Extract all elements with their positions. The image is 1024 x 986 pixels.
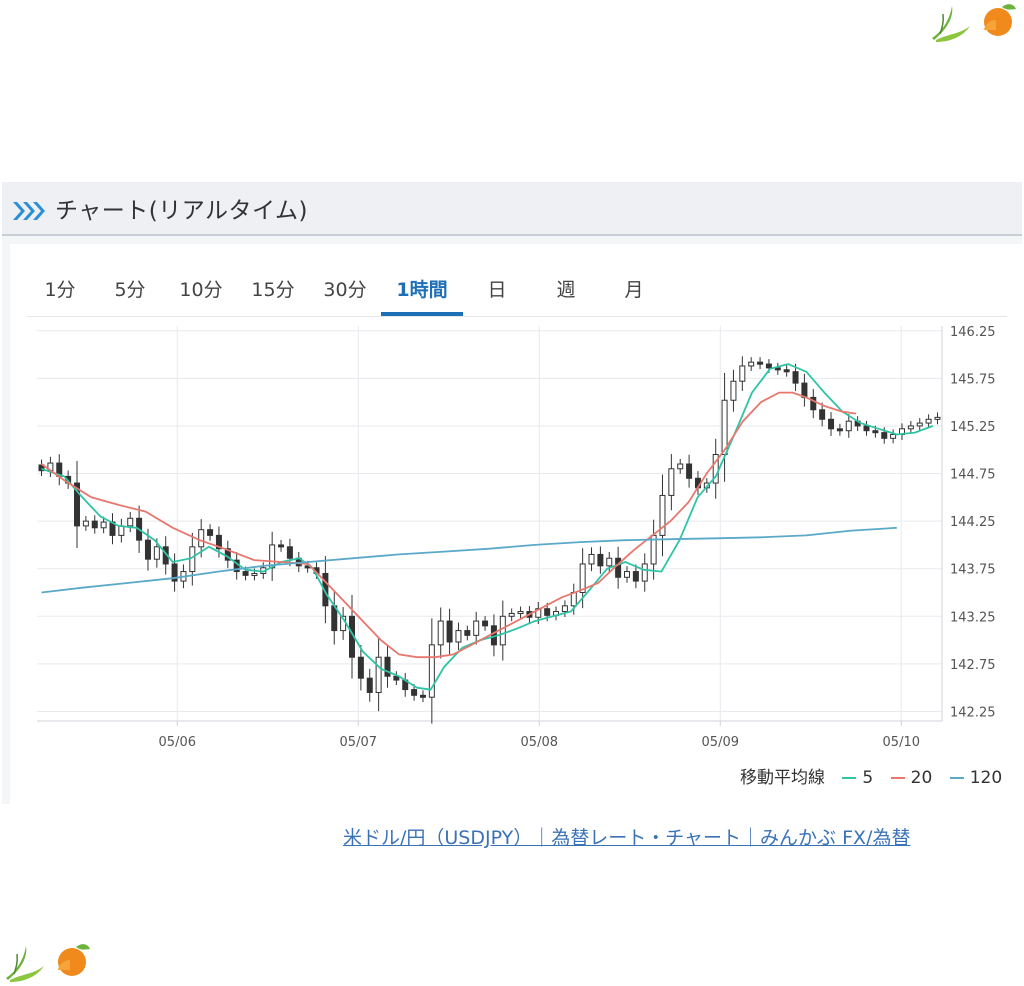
- candle-up: [153, 546, 160, 560]
- candle-up: [473, 620, 480, 636]
- candle-down: [242, 571, 249, 576]
- leaf-orange-icon: [6, 944, 90, 982]
- candle-up: [251, 572, 258, 576]
- candle-down: [615, 557, 622, 578]
- candle-up: [730, 380, 737, 401]
- legend-swatch-20: [890, 777, 905, 779]
- legend-item-20: 20: [910, 768, 933, 788]
- candle-down: [783, 369, 790, 373]
- usdjpy-chart: 142.25 142.75 143.25 143.75 144.25 144.75 145.…: [37, 325, 996, 750]
- y-tick-label: 145.25: [950, 420, 996, 435]
- ma-line-5: [41, 363, 934, 691]
- candle-down: [482, 620, 489, 627]
- candle-up: [118, 525, 125, 536]
- candle-down: [207, 529, 214, 536]
- candle-up: [623, 571, 630, 578]
- candle-down: [819, 409, 826, 420]
- x-tick-label: 05/08: [521, 735, 558, 750]
- candle-down: [544, 608, 551, 616]
- candle-up: [668, 468, 675, 496]
- candle-down: [828, 418, 835, 430]
- candle-down: [774, 367, 781, 371]
- candle-up: [127, 517, 134, 527]
- ma-line-20: [40, 391, 857, 659]
- candle-down: [765, 363, 772, 369]
- candle-up: [739, 365, 746, 382]
- candle-down: [144, 539, 151, 560]
- legend-item-120: 120: [969, 768, 1003, 788]
- candle-up: [748, 361, 755, 367]
- candle-down: [792, 371, 799, 384]
- candle-up: [588, 553, 595, 565]
- legend-title: 移動平均線: [740, 768, 825, 788]
- candle-up: [934, 416, 941, 420]
- candle-up: [508, 612, 515, 617]
- y-tick-label: 142.25: [950, 705, 996, 720]
- candle-down: [411, 689, 418, 696]
- candle-up: [198, 529, 205, 548]
- candle-down: [757, 361, 764, 365]
- candle-up: [499, 615, 506, 646]
- candle-up: [437, 620, 444, 646]
- candle-down: [597, 553, 604, 567]
- y-tick-label: 144.25: [950, 515, 996, 530]
- x-tick-label: 05/06: [159, 735, 196, 750]
- candle-up: [845, 420, 852, 432]
- candle-up: [517, 611, 524, 615]
- legend-swatch-5: [842, 777, 857, 779]
- candle-down: [366, 677, 373, 693]
- candle-down: [632, 571, 639, 582]
- y-tick-label: 143.25: [950, 610, 996, 625]
- legend-item-5: 5: [862, 768, 874, 788]
- candle-down: [836, 428, 843, 432]
- candle-up: [641, 563, 648, 582]
- candle-up: [890, 434, 897, 439]
- candle-down: [881, 432, 888, 439]
- candle-down: [863, 425, 870, 432]
- candle-up: [907, 425, 914, 430]
- y-tick-label: 146.25: [950, 325, 996, 340]
- y-tick-label: 143.75: [950, 563, 996, 578]
- x-tick-label: 05/09: [702, 735, 739, 750]
- candle-down: [419, 694, 426, 698]
- x-tick-label: 05/10: [883, 735, 920, 750]
- candle-up: [82, 520, 89, 527]
- x-tick-label: 05/07: [340, 735, 377, 750]
- candle-up: [189, 546, 196, 573]
- candle-up: [916, 422, 923, 427]
- chart-legend: 移動平均線 5 20 120: [740, 766, 1002, 790]
- candle-down: [446, 620, 453, 643]
- candle-down: [91, 520, 98, 529]
- candle-down: [464, 630, 471, 636]
- candle-up: [100, 521, 107, 529]
- candle-down: [286, 546, 293, 559]
- legend-swatch-120: [949, 777, 964, 779]
- y-tick-label: 142.75: [950, 658, 996, 673]
- candle-down: [872, 430, 879, 434]
- candle-up: [375, 656, 382, 693]
- y-tick-label: 145.75: [950, 372, 996, 387]
- candle-down: [384, 656, 391, 677]
- candle-up: [561, 605, 568, 613]
- candle-down: [278, 544, 285, 548]
- candle-down: [686, 463, 693, 479]
- ma-line-120: [41, 526, 897, 594]
- y-tick-label: 144.75: [950, 468, 996, 483]
- candle-up: [455, 630, 462, 643]
- source-link[interactable]: 米ドル/円（USDJPY）｜為替レート・チャート｜みんかぶ FX/為替: [343, 823, 910, 850]
- candle-down: [357, 656, 364, 679]
- candle-up: [606, 557, 613, 567]
- candle-up: [925, 418, 932, 424]
- candle-up: [677, 463, 684, 470]
